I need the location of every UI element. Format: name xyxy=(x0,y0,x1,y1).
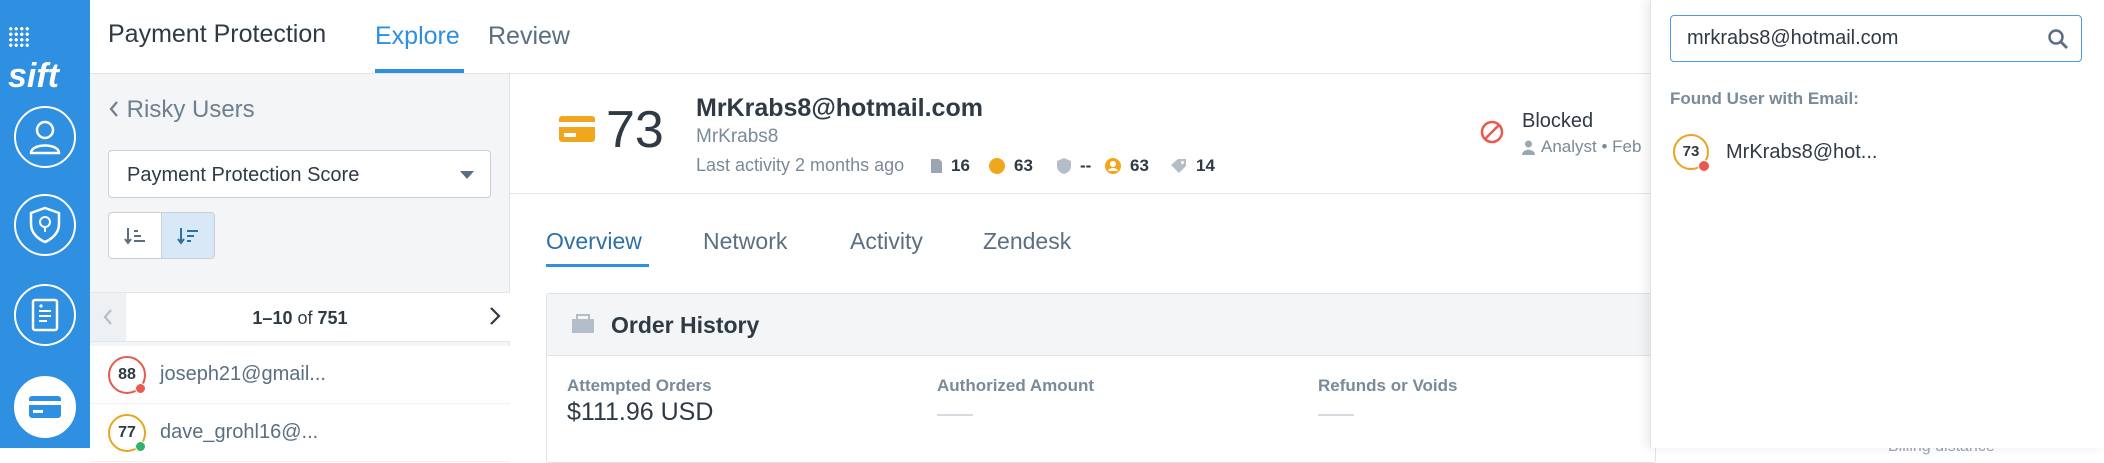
shield-bulb-icon xyxy=(29,206,61,244)
shopping-bag-icon xyxy=(572,314,594,333)
search-icon[interactable] xyxy=(2047,28,2069,50)
pager-range-value: 1–10 xyxy=(252,308,293,328)
credit-card-icon xyxy=(559,116,595,142)
user-email: dave_grohl16@... xyxy=(160,421,319,443)
pager-total: 751 xyxy=(317,308,348,328)
order-history-title: Order History xyxy=(611,312,760,338)
decision-meta: Analyst • Feb xyxy=(1522,137,1641,157)
top-bar: Payment Protection Explore Review xyxy=(90,0,1650,74)
sort-by-select[interactable]: Payment Protection Score xyxy=(108,150,491,198)
blocked-icon xyxy=(1480,120,1504,144)
user-email-title: MrKrabs8@hotmail.com xyxy=(696,94,983,122)
active-tab-underline xyxy=(546,264,649,267)
chevron-right-icon xyxy=(490,307,501,325)
back-link-label: Risky Users xyxy=(126,96,255,123)
metric-value-attempted-orders: $111.96 USD xyxy=(567,398,714,426)
search-result-email: MrKrabs8@hot... xyxy=(1726,141,1878,163)
sort-descending-icon xyxy=(177,227,198,245)
rail-protection-button[interactable] xyxy=(14,194,76,256)
back-to-risky-users[interactable]: Risky Users xyxy=(108,96,255,124)
credit-card-icon xyxy=(29,396,61,418)
tab-overview[interactable]: Overview xyxy=(546,228,642,255)
tab-review[interactable]: Review xyxy=(488,22,570,51)
decision-meta-text: Analyst • Feb xyxy=(1541,137,1642,156)
user-search-dropdown: Found User with Email: 73 MrKrabs8@hot..… xyxy=(1650,0,2104,448)
tab-activity[interactable]: Activity xyxy=(850,228,923,255)
pager-of: of xyxy=(297,308,313,328)
risk-status-dot xyxy=(135,441,146,452)
sort-descending-button[interactable] xyxy=(161,212,215,259)
left-rail: sift xyxy=(0,0,90,448)
search-box[interactable] xyxy=(1670,15,2082,62)
stat-documents-value: 16 xyxy=(951,156,970,175)
tab-network[interactable]: Network xyxy=(703,228,787,255)
stat-shield-value: -- xyxy=(1080,156,1092,175)
profile-tabs: Overview Network Activity Zendesk xyxy=(510,194,1650,272)
rail-user-button[interactable] xyxy=(14,106,76,168)
score-circle-icon xyxy=(989,158,1005,174)
rail-payment-button[interactable] xyxy=(14,376,76,438)
user-list-item[interactable]: 88 joseph21@gmail... xyxy=(90,346,510,404)
search-result-item[interactable]: 73 MrKrabs8@hot... xyxy=(1663,130,2083,176)
chevron-left-icon xyxy=(109,101,118,117)
stat-tags-value: 14 xyxy=(1196,156,1215,175)
pager-range: 1–10 of 751 xyxy=(90,308,510,329)
stat-documents[interactable]: 16 xyxy=(930,156,970,176)
search-input[interactable] xyxy=(1687,24,2037,52)
sift-logo[interactable]: sift xyxy=(8,16,82,95)
payment-risk-score: 73 xyxy=(606,101,664,159)
app-title: Payment Protection xyxy=(108,20,327,48)
risky-users-panel: Risky Users Payment Protection Score 1–1… xyxy=(90,74,510,462)
last-activity: Last activity 2 months ago xyxy=(696,155,905,175)
tab-explore[interactable]: Explore xyxy=(375,22,460,51)
stat-user-score-value: 63 xyxy=(1130,156,1149,175)
sort-ascending-button[interactable] xyxy=(108,212,162,259)
user-score-icon xyxy=(1105,158,1121,174)
search-results-label: Found User with Email: xyxy=(1670,89,1859,108)
metric-label-attempted-orders: Attempted Orders xyxy=(567,376,712,395)
shield-icon xyxy=(1057,158,1071,174)
pager-next-button[interactable] xyxy=(488,305,502,332)
metric-empty-placeholder xyxy=(1318,414,1354,416)
order-history-header[interactable]: Order History xyxy=(547,294,1655,356)
metric-label-authorized-amount: Authorized Amount xyxy=(937,376,1095,395)
document-icon xyxy=(931,159,942,173)
active-tab-underline xyxy=(375,69,464,73)
sort-ascending-icon xyxy=(124,227,145,245)
stat-orders-score[interactable]: 63 xyxy=(988,156,1033,176)
tag-icon xyxy=(1171,159,1186,173)
metric-label-refunds-voids: Refunds or Voids xyxy=(1318,376,1458,395)
user-icon xyxy=(29,120,61,155)
stat-tags[interactable]: 14 xyxy=(1170,156,1215,176)
stat-orders-score-value: 63 xyxy=(1014,156,1033,175)
user-id: MrKrabs8 xyxy=(696,126,779,147)
caret-down-icon xyxy=(460,171,474,179)
stat-user-score[interactable]: 63 xyxy=(1104,156,1149,176)
user-email: joseph21@gmail... xyxy=(160,363,326,385)
risk-status-dot xyxy=(135,383,146,394)
user-profile-header: 73 MrKrabs8@hotmail.com MrKrabs8 Last ac… xyxy=(510,74,1650,194)
risk-status-dot xyxy=(1698,160,1710,172)
tab-zendesk[interactable]: Zendesk xyxy=(983,228,1071,255)
user-list-item[interactable]: 77 dave_grohl16@... xyxy=(90,404,510,462)
rail-document-button[interactable] xyxy=(14,284,76,346)
stat-shield[interactable]: -- xyxy=(1056,156,1091,176)
metric-empty-placeholder xyxy=(937,414,973,416)
person-icon xyxy=(1522,140,1535,155)
document-icon xyxy=(31,298,59,332)
order-history-card: Order History Attempted Orders $111.96 U… xyxy=(546,293,1656,463)
pagination: 1–10 of 751 xyxy=(90,292,510,342)
sort-select-value: Payment Protection Score xyxy=(127,164,360,186)
decision-status: Blocked xyxy=(1522,110,1594,132)
